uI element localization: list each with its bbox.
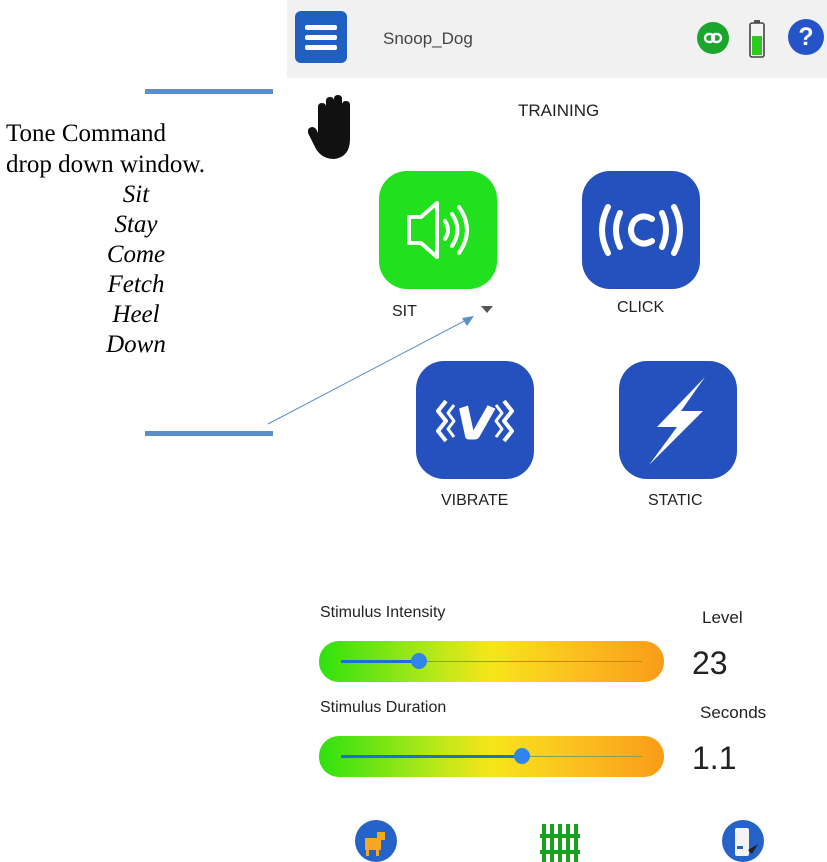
annotation-text: Tone Command drop down window. Sit Stay … [0, 118, 272, 360]
training-title: TRAINING [518, 101, 600, 120]
vibrate-button[interactable] [416, 361, 534, 479]
dog-name: Snoop_Dog [383, 29, 473, 48]
stimulus-intensity-label: Stimulus Intensity [320, 604, 446, 621]
duration-slider[interactable] [319, 736, 664, 777]
intensity-slider[interactable] [319, 641, 664, 682]
annotation-options: Sit Stay Come Fetch Heel Down [0, 180, 272, 360]
duration-fill [341, 755, 522, 758]
hand-stop-icon[interactable] [308, 95, 364, 163]
option-sit: Sit [122, 181, 150, 208]
speaker-icon [407, 201, 469, 259]
duration-thumb[interactable] [514, 748, 530, 764]
device-icon[interactable] [722, 820, 764, 862]
stimulus-duration-label: Stimulus Duration [320, 699, 447, 716]
seconds-label: Seconds [700, 703, 767, 722]
static-button[interactable] [619, 361, 737, 479]
option-come: Come [106, 241, 166, 268]
vibrate-label: VIBRATE [441, 492, 509, 509]
lightning-icon [649, 377, 705, 465]
menu-icon-bar [305, 45, 337, 50]
menu-icon [305, 25, 337, 30]
sit-tone-button[interactable] [379, 171, 497, 289]
tone-dropdown-arrow[interactable] [481, 306, 493, 313]
option-down: Down [106, 331, 166, 358]
top-bar: Snoop_Dog ? [287, 0, 827, 78]
click-label: CLICK [617, 299, 665, 316]
vibrate-icon [436, 399, 514, 443]
click-button[interactable] [582, 171, 700, 289]
annotation-heading-2: drop down window. [6, 151, 206, 178]
duration-value: 1.1 [692, 740, 737, 776]
dog-icon[interactable] [355, 820, 397, 862]
option-fetch: Fetch [107, 271, 165, 298]
sit-label: SIT [392, 303, 417, 320]
intensity-value: 23 [692, 645, 728, 681]
annotation-rule-bottom [145, 431, 273, 436]
level-label: Level [702, 608, 743, 627]
link-icon[interactable] [697, 22, 729, 54]
intensity-thumb[interactable] [411, 653, 427, 669]
menu-button[interactable] [295, 11, 347, 63]
annotation-rule-top [145, 89, 273, 94]
fence-icon[interactable] [540, 820, 580, 862]
option-stay: Stay [114, 211, 158, 238]
click-icon [599, 204, 683, 256]
option-heel: Heel [112, 301, 160, 328]
menu-icon-bar [305, 35, 337, 40]
intensity-fill [341, 660, 419, 663]
battery-icon [749, 20, 765, 58]
static-label: STATIC [648, 492, 703, 509]
annotation-heading-1: Tone Command [6, 120, 167, 147]
help-icon[interactable]: ? [788, 19, 824, 55]
